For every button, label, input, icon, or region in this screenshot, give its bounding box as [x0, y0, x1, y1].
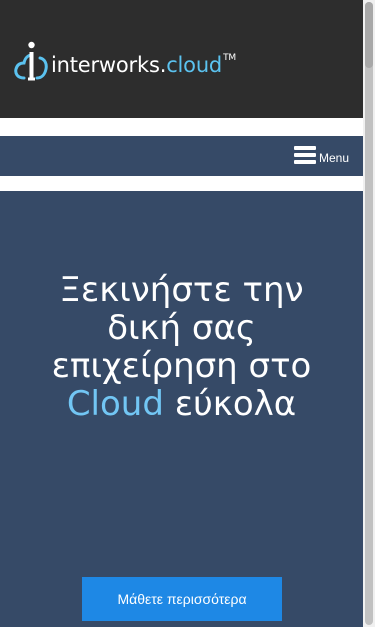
- scrollbar-thumb-top: [365, 2, 373, 68]
- trademark-label: TM: [223, 53, 236, 63]
- cloud-logo-icon: [14, 41, 48, 81]
- hamburger-icon: [293, 146, 316, 164]
- learn-more-button[interactable]: Μάθετε περισσότερα: [82, 577, 282, 621]
- hero-title: Ξεκινήστε την δική σας επιχείρηση στο Cl…: [51, 270, 312, 424]
- site-header: interworks.cloudTM: [0, 0, 363, 118]
- logo-wordmark: interworks.cloudTM: [51, 53, 236, 77]
- nav-bar: Menu: [0, 136, 363, 176]
- scrollbar-thumb[interactable]: [365, 2, 373, 625]
- scrollbar[interactable]: [363, 0, 375, 627]
- hero-title-accent: Cloud: [66, 384, 164, 424]
- site-logo-link[interactable]: interworks.cloudTM: [14, 40, 236, 84]
- menu-button[interactable]: Menu: [293, 146, 349, 165]
- hero-section: Ξεκινήστε την δική σας επιχείρηση στο Cl…: [0, 191, 363, 627]
- menu-label: Menu: [318, 151, 349, 165]
- page: interworks.cloudTM Menu Ξεκινήστε την δι…: [0, 0, 363, 627]
